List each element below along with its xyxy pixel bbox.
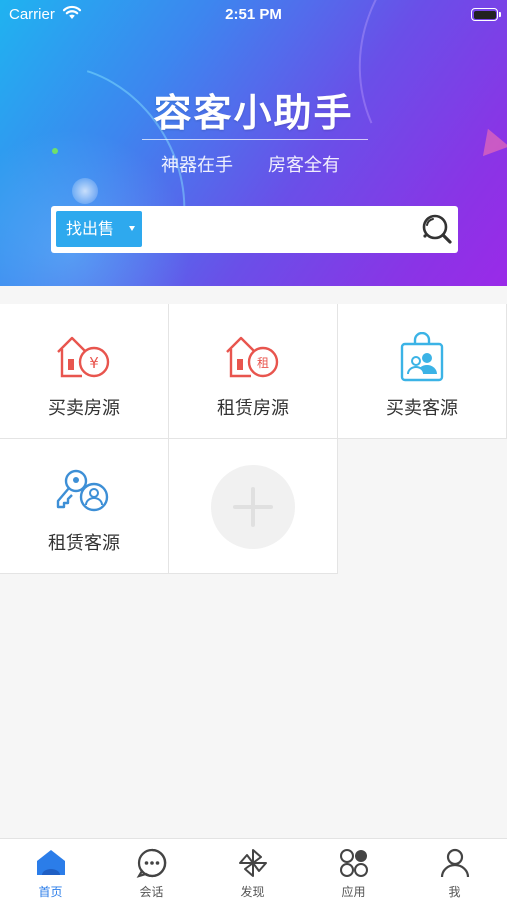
app-title: 容客小助手 bbox=[153, 91, 354, 135]
tab-discover[interactable]: 发现 bbox=[202, 839, 303, 900]
tab-chat[interactable]: 会话 bbox=[101, 839, 202, 900]
slogan-right: 房客全有 bbox=[268, 155, 340, 176]
banner-dot bbox=[52, 148, 58, 154]
house-yuan-icon: ¥ bbox=[0, 332, 168, 386]
tab-bar: 首页 会话 发现 应用 我 bbox=[0, 838, 507, 900]
svg-text:租: 租 bbox=[257, 356, 269, 370]
battery-icon bbox=[471, 8, 501, 21]
title-divider bbox=[142, 139, 368, 140]
grid-item-label: 买卖客源 bbox=[386, 398, 458, 419]
grid-item-sale-clients[interactable]: 买卖客源 bbox=[338, 304, 507, 439]
pinwheel-icon bbox=[202, 847, 303, 883]
shopping-bag-people-icon bbox=[338, 331, 506, 388]
home-icon bbox=[0, 847, 101, 881]
search-input[interactable] bbox=[146, 211, 406, 247]
key-person-icon bbox=[0, 467, 168, 521]
grid-item-sale-listings[interactable]: ¥ 买卖房源 bbox=[0, 304, 169, 439]
person-icon bbox=[404, 847, 505, 883]
banner-dot bbox=[72, 178, 98, 204]
tab-label: 首页 bbox=[38, 885, 63, 899]
grid-item-rental-listings[interactable]: 租 租赁房源 bbox=[169, 304, 338, 439]
search-bar: 找出售 bbox=[51, 206, 458, 253]
slogan-left: 神器在手 bbox=[161, 155, 233, 176]
grid-item-label: 买卖房源 bbox=[48, 398, 120, 419]
tab-label: 应用 bbox=[341, 885, 366, 899]
grid-item-label: 租赁房源 bbox=[217, 398, 289, 419]
search-type-label: 找出售 bbox=[66, 219, 115, 238]
plus-icon bbox=[211, 465, 295, 549]
caret-down-icon bbox=[129, 226, 135, 231]
grid-item-add[interactable] bbox=[169, 439, 338, 574]
apps-icon bbox=[303, 847, 404, 883]
tab-label: 发现 bbox=[240, 885, 265, 899]
chat-icon bbox=[101, 847, 202, 883]
grid-item-rental-clients[interactable]: 租赁客源 bbox=[0, 439, 169, 574]
tab-apps[interactable]: 应用 bbox=[303, 839, 404, 900]
grid-item-label: 租赁客源 bbox=[48, 533, 120, 554]
house-rent-icon: 租 bbox=[169, 332, 337, 386]
tab-label: 我 bbox=[448, 885, 461, 899]
search-type-dropdown[interactable]: 找出售 bbox=[56, 211, 142, 247]
svg-text:¥: ¥ bbox=[89, 354, 99, 372]
status-time: 2:51 PM bbox=[225, 6, 282, 23]
tab-label: 会话 bbox=[139, 885, 164, 899]
tab-me[interactable]: 我 bbox=[404, 839, 505, 900]
status-bar: Carrier 2:51 PM bbox=[0, 0, 507, 30]
search-icon[interactable] bbox=[419, 212, 453, 250]
tab-home[interactable]: 首页 bbox=[0, 839, 101, 900]
